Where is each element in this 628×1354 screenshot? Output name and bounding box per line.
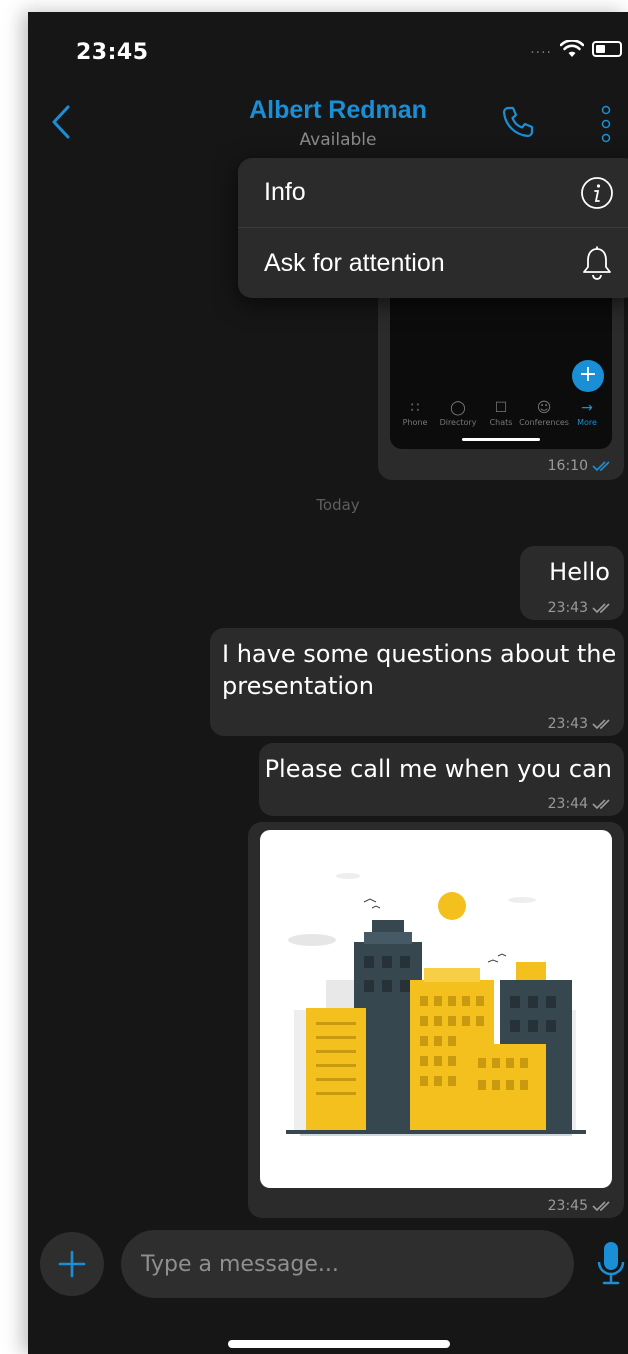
- message-text: I have some questions about the presenta…: [222, 640, 617, 700]
- screenshot-nav-label: Chats: [489, 418, 513, 427]
- dialpad-icon: ∷: [410, 400, 420, 416]
- screenshot-nav-item: ☐ Chats: [482, 400, 520, 427]
- options-menu: Info Ask for attention: [238, 158, 628, 298]
- microphone-button[interactable]: [594, 1240, 628, 1288]
- message-meta: 23:43: [548, 600, 614, 616]
- message-bubble[interactable]: Please call me when you can 23:44: [259, 743, 624, 816]
- conferences-icon: ☺: [536, 400, 552, 416]
- image-message[interactable]: 23:45: [248, 822, 624, 1218]
- message-bubble[interactable]: Hello 23:43: [520, 546, 624, 620]
- double-check-icon: [592, 461, 610, 472]
- screenshot-nav-label: Directory: [439, 418, 477, 427]
- add-attachment-button[interactable]: [40, 1232, 104, 1296]
- double-check-icon: [592, 719, 610, 730]
- chat-bubble-icon: ☐: [494, 400, 508, 416]
- double-check-icon: [592, 603, 610, 614]
- contact-name[interactable]: Albert Redman: [28, 96, 628, 125]
- message-meta: 23:43: [548, 716, 614, 732]
- date-separator: Today: [316, 496, 360, 514]
- screenshot-home-indicator: [462, 438, 540, 441]
- message-meta: 23:45: [548, 1198, 614, 1214]
- screenshot-nav-item: ∷ Phone: [396, 400, 434, 427]
- screenshot-nav-item: ☺ Conferences: [519, 400, 569, 427]
- signal-icon: ....: [530, 41, 552, 57]
- more-options-button[interactable]: [600, 104, 612, 144]
- city-buildings-illustration: [286, 873, 586, 1136]
- screenshot-nav-item: → More: [568, 400, 606, 427]
- message-text: Hello: [549, 558, 610, 586]
- message-time: 23:44: [547, 796, 588, 812]
- message-meta: 23:44: [548, 796, 614, 812]
- message-time: 23:43: [547, 600, 588, 616]
- contact-status: Available: [299, 130, 377, 150]
- double-check-icon: [592, 1201, 610, 1212]
- message-time: 23:43: [547, 716, 588, 732]
- message-meta: 16:10: [548, 458, 614, 474]
- screenshot-nav-label: Phone: [402, 418, 428, 427]
- screenshot-nav-label: More: [577, 418, 597, 427]
- image-attachment[interactable]: [260, 830, 612, 1188]
- message-time: 16:10: [547, 458, 588, 474]
- menu-item-label: Info: [264, 178, 306, 206]
- bell-icon: [583, 246, 611, 280]
- screenshot-fab: +: [572, 360, 604, 392]
- screenshot-nav-label: Conferences: [519, 418, 569, 427]
- screenshot-nav-item: ◯ Directory: [439, 400, 477, 427]
- battery-icon: [592, 41, 622, 57]
- call-button[interactable]: [500, 104, 536, 140]
- message-bubble[interactable]: I have some questions about the presenta…: [210, 628, 624, 736]
- double-check-icon: [592, 799, 610, 810]
- message-input[interactable]: [121, 1230, 574, 1298]
- chat-screen: 23:45 .... Albert Redman Available + ∷ Ph…: [28, 12, 628, 1354]
- message-text: Please call me when you can: [264, 755, 612, 783]
- menu-item-info[interactable]: Info: [238, 158, 628, 228]
- plus-icon: [58, 1250, 86, 1278]
- status-icons: ....: [530, 40, 622, 58]
- screenshot-nav-bar: ∷ Phone ◯ Directory ☐ Chats ☺ Conferences → M…: [396, 400, 606, 427]
- menu-item-ask-for-attention[interactable]: Ask for attention: [238, 228, 628, 298]
- arrow-right-icon: →: [581, 400, 593, 416]
- wifi-icon: [560, 40, 584, 57]
- info-icon: [581, 176, 613, 209]
- status-time: 23:45: [76, 40, 149, 65]
- message-time: 23:45: [547, 1198, 588, 1214]
- home-indicator[interactable]: [228, 1340, 450, 1348]
- menu-item-label: Ask for attention: [264, 248, 445, 277]
- directory-icon: ◯: [450, 400, 466, 416]
